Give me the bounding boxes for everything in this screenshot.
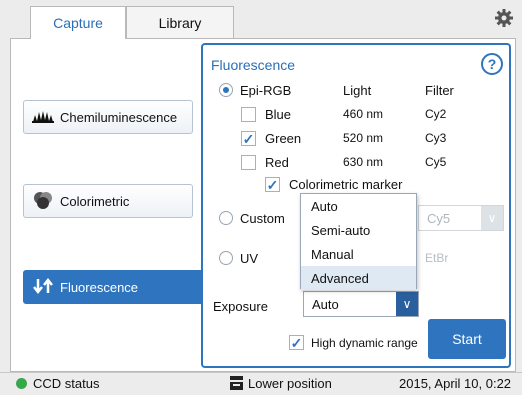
tab-capture[interactable]: Capture (30, 6, 126, 39)
green-checkbox[interactable]: ✓ (241, 131, 256, 146)
hdr-checkbox[interactable]: ✓ (289, 335, 304, 350)
channel-filter: Cy3 (425, 131, 447, 145)
tab-library[interactable]: Library (126, 6, 234, 39)
tab-bar: Capture Library (0, 0, 522, 39)
exposure-option-semi-auto[interactable]: Semi-auto (301, 218, 416, 242)
mode-label: Fluorescence (60, 279, 139, 295)
channel-filter: Cy2 (425, 107, 447, 121)
ccd-status-indicator-icon (16, 378, 27, 389)
blue-checkbox[interactable] (241, 107, 256, 122)
lower-position-icon (230, 376, 243, 393)
exposure-label: Exposure (213, 299, 268, 314)
filter-column-header: Filter (425, 83, 454, 98)
status-bar: CCD status Lower position 2015, April 10… (0, 372, 522, 395)
panel-title: Fluorescence (211, 57, 296, 73)
epi-rgb-label: Epi-RGB (240, 83, 292, 98)
uv-label: UV (240, 251, 259, 266)
custom-filter-value: Cy5 (427, 210, 451, 226)
custom-filter-select: Cy5 ∨ (418, 205, 504, 231)
channel-name: Blue (265, 107, 292, 122)
uv-filter-value: EtBr (425, 251, 449, 265)
uv-radio[interactable] (219, 251, 233, 265)
channel-light: 460 nm (343, 107, 384, 121)
gear-icon[interactable] (494, 8, 514, 28)
channel-name: Green (265, 131, 302, 146)
custom-label: Custom (240, 211, 285, 226)
colorimetric-marker-label: Colorimetric marker (289, 177, 403, 192)
chevron-down-icon: ∨ (481, 206, 503, 230)
exposure-option-manual[interactable]: Manual (301, 242, 416, 266)
fluorescence-arrows-icon (32, 277, 54, 297)
mode-label: Chemiluminescence (60, 109, 178, 125)
channel-name: Red (265, 155, 289, 170)
custom-radio[interactable] (219, 211, 233, 225)
channel-filter: Cy5 (425, 155, 447, 169)
ccd-status-label: CCD status (33, 376, 100, 391)
position-label: Lower position (248, 376, 332, 391)
mode-label: Colorimetric (60, 193, 130, 209)
mode-chemiluminescence-button[interactable]: Chemiluminescence (23, 100, 193, 134)
datetime-label: 2015, April 10, 0:22 (399, 376, 512, 391)
channel-light: 630 nm (343, 155, 384, 169)
channel-light: 520 nm (343, 131, 384, 145)
exposure-dropdown-list: Auto Semi-auto Manual Advanced (300, 193, 417, 290)
mode-colorimetric-button[interactable]: Colorimetric (23, 184, 193, 218)
chevron-down-icon[interactable]: ∨ (396, 292, 418, 316)
colorimetric-marker-checkbox[interactable]: ✓ (265, 177, 280, 192)
epi-rgb-radio[interactable] (219, 83, 233, 97)
hdr-label: High dynamic range (311, 336, 418, 350)
exposure-value: Auto (312, 296, 339, 312)
light-column-header: Light (343, 83, 372, 98)
start-button[interactable]: Start (428, 319, 506, 359)
exposure-option-advanced[interactable]: Advanced (301, 266, 416, 290)
exposure-option-auto[interactable]: Auto (301, 194, 416, 218)
chemiluminescence-icon (32, 109, 54, 126)
exposure-select[interactable]: Auto ∨ (303, 291, 419, 317)
mode-fluorescence-button[interactable]: Fluorescence (23, 270, 220, 304)
red-checkbox[interactable] (241, 155, 256, 170)
colorimetric-icon (32, 191, 54, 212)
help-icon[interactable]: ? (481, 53, 503, 75)
